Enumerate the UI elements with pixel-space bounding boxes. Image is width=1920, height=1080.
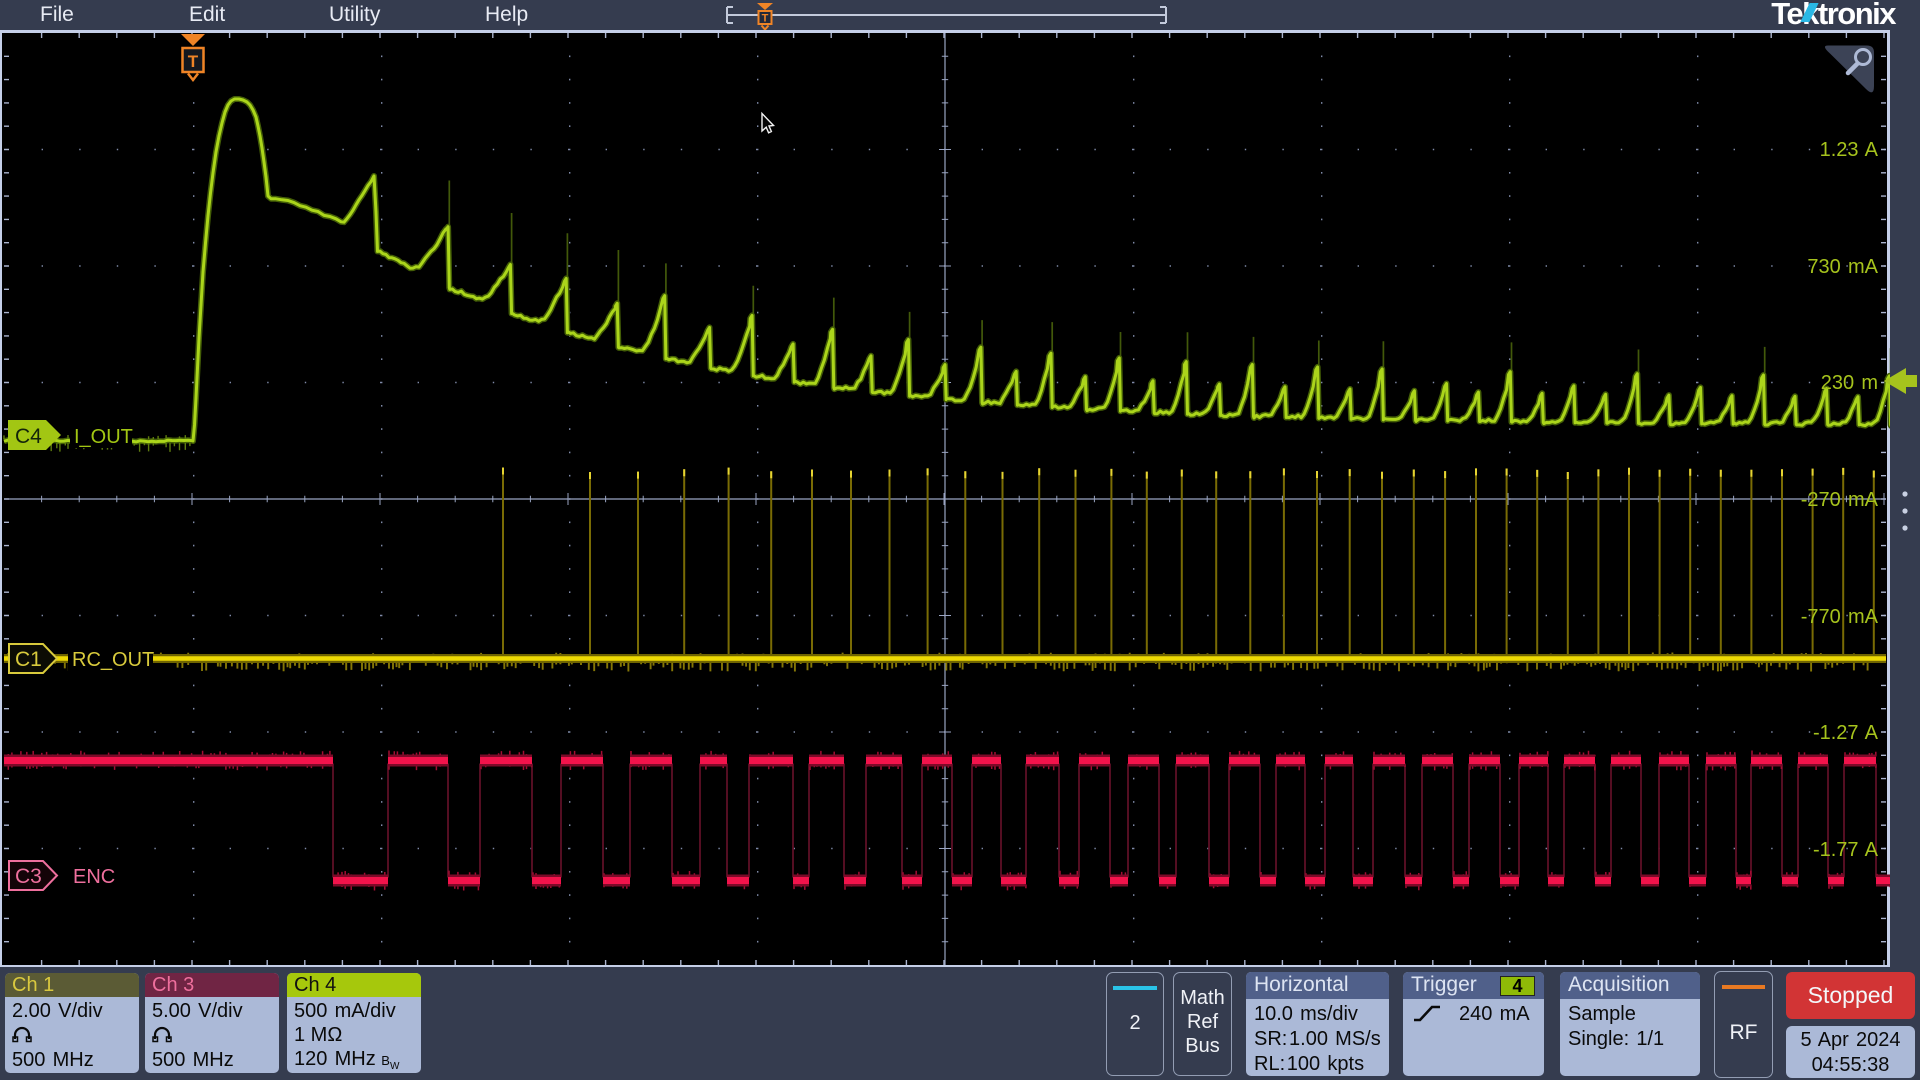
svg-text:I_OUT: I_OUT [74,426,133,448]
svg-text:C4: C4 [15,425,42,448]
svg-text:C3: C3 [15,865,42,888]
svg-text:T: T [762,13,769,25]
svg-text:RC_OUT: RC_OUT [72,649,154,671]
svg-text:ENC: ENC [73,866,115,888]
svg-text:1.23 A: 1.23 A [1820,139,1879,161]
svg-text:730 mA: 730 mA [1807,256,1878,278]
svg-text:-1.27 A: -1.27 A [1813,722,1879,744]
svg-text:-1.77 A: -1.77 A [1813,839,1879,861]
svg-text:-270 mA: -270 mA [1801,489,1879,511]
svg-text:230 m: 230 m [1821,372,1878,394]
svg-text:T: T [188,52,199,71]
svg-text:C1: C1 [15,648,42,671]
svg-text:-770 mA: -770 mA [1801,606,1879,628]
